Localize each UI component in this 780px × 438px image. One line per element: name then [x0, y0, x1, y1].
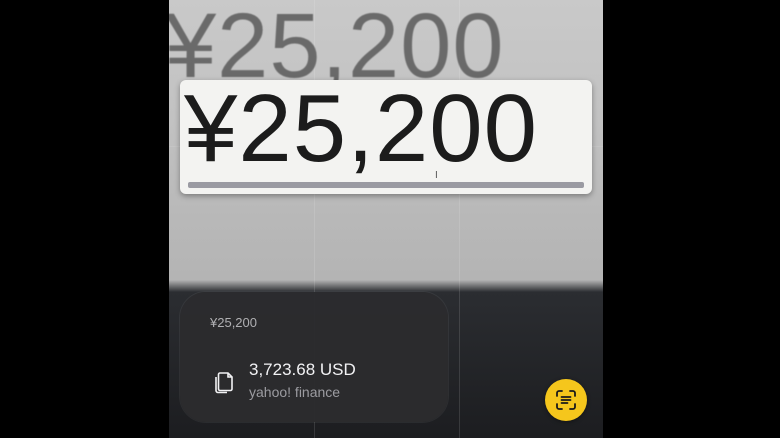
converted-amount[interactable]: 3,723.68 USD	[249, 360, 356, 380]
selection-bar[interactable]	[188, 182, 584, 188]
source-amount: ¥25,200	[210, 315, 257, 330]
text-scan-icon	[556, 390, 576, 410]
detected-text-overlay[interactable]: ¥25,200 I	[180, 80, 592, 194]
screen: ¥25,200 ¥25,200 I ¥25,200 3,723.68 USD y…	[0, 0, 780, 438]
text-scan-button[interactable]	[545, 379, 587, 421]
currency-conversion-card[interactable]: ¥25,200 3,723.68 USD yahoo! finance	[180, 292, 448, 422]
text-cursor: I	[435, 170, 438, 181]
copy-document-icon[interactable]	[213, 369, 235, 395]
rate-provider: yahoo! finance	[249, 384, 341, 400]
detected-price-text[interactable]: ¥25,200	[184, 80, 538, 184]
